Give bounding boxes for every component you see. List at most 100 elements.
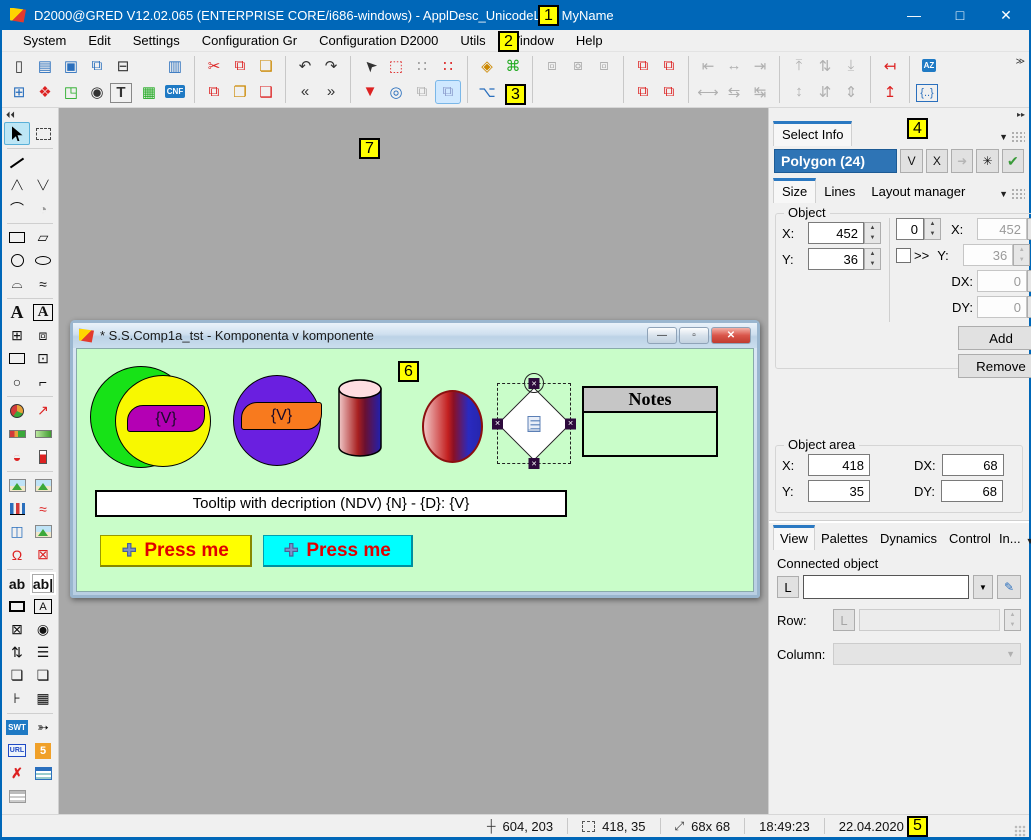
drag-grip[interactable] — [1011, 131, 1025, 143]
area-y-input[interactable] — [808, 480, 870, 502]
maximize-button[interactable]: □ — [937, 0, 983, 30]
press-me-yellow-button[interactable]: ✚ Press me — [100, 535, 252, 567]
send-back-button[interactable]: ⧉ — [656, 54, 682, 78]
tree-control-tool[interactable]: ⊦ — [4, 687, 30, 710]
cnf-button[interactable]: CNF — [162, 80, 188, 104]
x-spinner[interactable]: ▲▼ — [864, 222, 881, 244]
step-spinner[interactable]: ▲▼ — [924, 218, 941, 240]
expression-button[interactable]: {..} — [916, 84, 938, 102]
picture-window[interactable]: * S.S.Comp1a_tst - Komponenta v komponen… — [70, 320, 760, 598]
picture-content[interactable]: 6 {V} {V} — [76, 348, 754, 592]
print-button[interactable]: ⊟ — [110, 54, 136, 78]
wave-tool[interactable]: ≈ — [30, 272, 56, 295]
layout-grid-button[interactable]: ◳ — [58, 80, 84, 104]
panel-skip-icon[interactable]: ▸▸ — [1017, 110, 1025, 119]
menu-help[interactable]: Help — [565, 31, 614, 50]
remove-button[interactable]: Remove — [958, 354, 1031, 378]
layers-active-button[interactable]: ⧉ — [435, 80, 461, 104]
rect2-tool[interactable] — [4, 347, 30, 370]
text-tool-button[interactable]: T — [110, 83, 132, 103]
bring-front-button[interactable]: ⧉ — [630, 54, 656, 78]
resize-handle-bottom[interactable]: ✕ — [529, 458, 540, 469]
v-spacing-button[interactable]: ⇵ — [812, 80, 838, 104]
grid-dots-button[interactable]: ∷ — [409, 54, 435, 78]
color-bar-tool[interactable] — [4, 422, 30, 445]
list-control-tool[interactable]: ☰ — [30, 641, 56, 664]
datagrid-tool[interactable]: ▦ — [30, 687, 56, 710]
send-backward-button[interactable]: ⧉ — [656, 80, 682, 104]
menu-edit[interactable]: Edit — [77, 31, 121, 50]
new-file-button[interactable]: ▯ — [6, 54, 32, 78]
circle2-tool[interactable]: ○ — [4, 370, 30, 393]
grid-select-button[interactable]: ∷ — [435, 54, 461, 78]
menu-system[interactable]: System — [12, 31, 77, 50]
grid-settings-button[interactable]: ⊞ — [6, 80, 32, 104]
text-tool[interactable]: A — [4, 301, 30, 324]
connected-object-input[interactable] — [803, 575, 969, 599]
notes-table[interactable]: Notes — [582, 386, 718, 457]
tab-window-tool[interactable]: ❏ — [4, 664, 30, 687]
picture-tool[interactable] — [30, 520, 56, 543]
polyline-segments-tool[interactable]: ╲╱ — [30, 174, 56, 197]
drag-grip[interactable] — [1011, 188, 1025, 200]
value-box-magenta[interactable]: {V} — [127, 405, 205, 432]
tab-select-info[interactable]: Select Info — [773, 121, 852, 146]
double-rect-tool[interactable]: ⊡ — [30, 347, 56, 370]
same-height-button[interactable]: ↕ — [786, 80, 812, 104]
image-b-tool[interactable] — [30, 474, 56, 497]
label-tool[interactable]: ab — [4, 572, 30, 595]
close-button[interactable]: ✕ — [983, 0, 1029, 30]
object-y-input[interactable] — [808, 248, 864, 270]
html5-tool[interactable]: 5 — [30, 739, 56, 762]
line-tool[interactable] — [4, 151, 30, 174]
image-tool-button[interactable]: ▦ — [136, 80, 162, 104]
chevron-down-icon[interactable]: ▼ — [1023, 536, 1031, 550]
open-file-button[interactable]: ▤ — [32, 54, 58, 78]
preview-button[interactable]: ▥ — [162, 54, 188, 78]
object-tree-button[interactable]: ⌘ — [500, 54, 526, 78]
copy-button[interactable]: ⧉ — [227, 54, 253, 78]
same-width-button[interactable]: ⟷ — [695, 80, 721, 104]
tab-lines[interactable]: Lines — [816, 181, 863, 203]
menu-utils[interactable]: Utils — [449, 31, 496, 50]
h-spacing-button[interactable]: ⇆ — [721, 80, 747, 104]
resize-handle-top[interactable]: ✕ — [529, 378, 540, 389]
group-button[interactable]: ⧈ — [539, 54, 565, 78]
resize-handle-right[interactable]: ✕ — [565, 418, 576, 429]
resize-grip[interactable] — [1014, 825, 1026, 837]
move-grid-button[interactable]: ⬚ — [383, 54, 409, 78]
sphere-shape[interactable] — [422, 390, 483, 463]
gauge-tool[interactable]: ◒ — [4, 445, 30, 468]
confirm-button[interactable]: ✔ — [1002, 149, 1024, 173]
pointer-action-tool[interactable]: ➳ — [30, 716, 56, 739]
picture-close-button[interactable]: ✕ — [711, 327, 751, 344]
chevron-down-icon[interactable]: ▼ — [996, 132, 1011, 146]
list-view-tool[interactable] — [4, 785, 30, 808]
star-button[interactable]: ✳ — [976, 149, 998, 173]
spin-control-tool[interactable]: ⇅ — [4, 641, 30, 664]
toolbar-collapse-icon[interactable]: ≫ — [1016, 56, 1025, 67]
cut-button[interactable]: ✂ — [201, 54, 227, 78]
xy-chart-tool[interactable]: ≈ — [30, 497, 56, 520]
corner-tool[interactable]: ⌐ — [30, 370, 56, 393]
flip-h-button[interactable]: ↤ — [877, 54, 903, 78]
paste-button[interactable]: ❏ — [253, 54, 279, 78]
menu-configuration-gr[interactable]: Configuration Gr — [191, 31, 308, 50]
minimize-button[interactable]: — — [891, 0, 937, 30]
value-box-orange[interactable]: {V} — [241, 402, 322, 430]
object-x-input[interactable] — [808, 222, 864, 244]
polyline-tool[interactable]: ╱╲ — [4, 174, 30, 197]
structure-tree-button[interactable]: ⌥ — [474, 80, 500, 104]
radio-tool[interactable]: ◉ — [30, 618, 56, 641]
paste-special-button[interactable]: ❑ — [253, 80, 279, 104]
selected-object-name[interactable]: Polygon (24) — [774, 149, 897, 173]
picture-restore-button[interactable]: ▫ — [679, 327, 709, 344]
save-button[interactable]: ▣ — [58, 54, 84, 78]
tab-palettes[interactable]: Palettes — [815, 528, 874, 550]
xy-window-tool[interactable]: ❏ — [30, 664, 56, 687]
checkbox-tool[interactable]: ⊠ — [4, 618, 30, 641]
press-me-cyan-button[interactable]: ✚ Press me — [263, 535, 413, 567]
arc-tool[interactable]: ⌒ — [4, 197, 30, 220]
menu-configuration-d2000[interactable]: Configuration D2000 — [308, 31, 449, 50]
align-top-button[interactable]: ⤒ — [786, 54, 812, 78]
